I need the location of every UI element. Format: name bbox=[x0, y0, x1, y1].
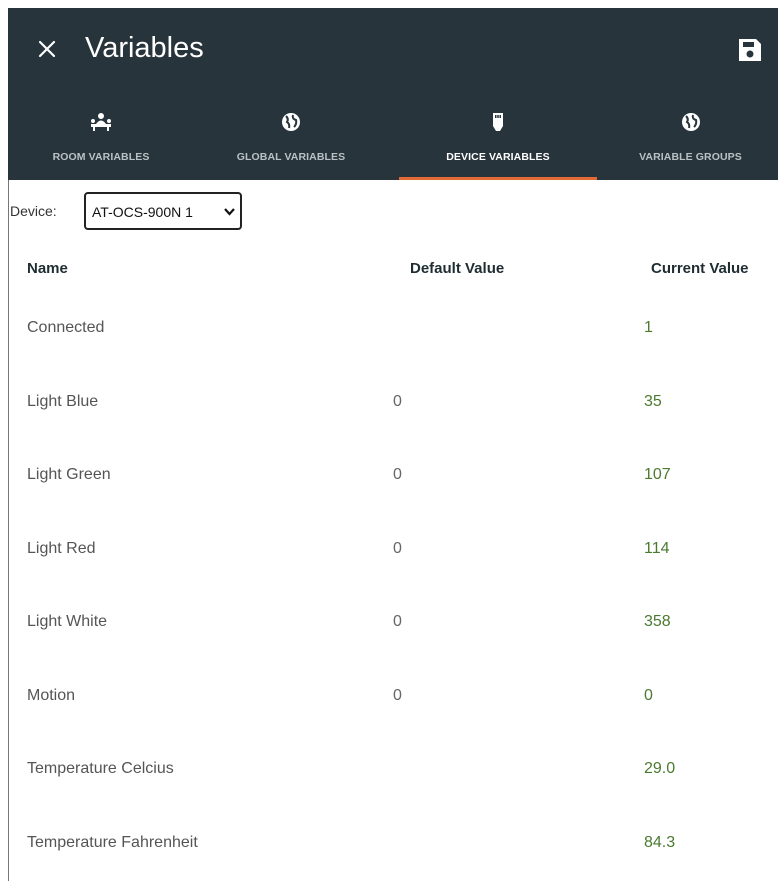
tab-bar: ROOM VARIABLES GLOBAL VARIABLES DEVICE V… bbox=[8, 88, 778, 180]
tab-variable-groups[interactable]: VARIABLE GROUPS bbox=[603, 88, 778, 180]
variable-name: Temperature Fahrenheit bbox=[27, 833, 198, 851]
variable-name: Light White bbox=[27, 613, 108, 630]
room-users-icon bbox=[91, 113, 111, 131]
device-icon bbox=[493, 113, 503, 131]
tab-room-variables[interactable]: ROOM VARIABLES bbox=[8, 88, 194, 180]
chevron-down-icon bbox=[224, 208, 235, 216]
table-row: Light White 0 358 bbox=[8, 603, 778, 643]
tab-device-variables[interactable]: DEVICE VARIABLES bbox=[399, 88, 597, 180]
current-value: 1 bbox=[644, 319, 653, 336]
current-value: 35 bbox=[644, 392, 662, 410]
header-bar: Variables bbox=[8, 8, 778, 88]
default-value: 0 bbox=[393, 613, 402, 630]
table-row: Motion 0 0 bbox=[8, 677, 778, 717]
variable-name: Motion bbox=[27, 686, 76, 704]
variable-name: Light Red bbox=[27, 539, 96, 557]
tab-label: DEVICE VARIABLES bbox=[446, 151, 550, 163]
table-row: Connected 1 bbox=[8, 309, 778, 349]
default-value: 0 bbox=[393, 539, 402, 557]
tab-label: VARIABLE GROUPS bbox=[639, 151, 742, 163]
default-value: 0 bbox=[393, 466, 402, 483]
table-row: Light Red 0 114 bbox=[8, 530, 778, 570]
variable-name: Connected bbox=[27, 319, 105, 336]
device-label: Device: bbox=[10, 203, 57, 219]
close-icon[interactable] bbox=[30, 32, 64, 66]
tab-label: GLOBAL VARIABLES bbox=[236, 151, 346, 163]
column-header-current-value: Current Value bbox=[651, 260, 749, 277]
variable-name: Light Green bbox=[27, 466, 111, 483]
variable-name: Light Blue bbox=[27, 392, 99, 410]
globe-icon bbox=[282, 113, 300, 131]
table-row: Temperature Fahrenheit 84.3 bbox=[8, 824, 778, 864]
current-value: 84.3 bbox=[644, 833, 676, 851]
table-row: Light Blue 0 35 bbox=[8, 383, 778, 423]
variable-name: Temperature Celcius bbox=[27, 760, 174, 777]
active-tab-indicator bbox=[399, 177, 597, 180]
table-row: Light Green 0 107 bbox=[8, 456, 778, 496]
save-icon[interactable] bbox=[736, 36, 764, 64]
column-header-default-value: Default Value bbox=[410, 260, 505, 277]
default-value: 0 bbox=[393, 392, 402, 410]
globe-icon bbox=[681, 113, 700, 131]
current-value: 107 bbox=[644, 466, 671, 483]
column-header-name: Name bbox=[27, 260, 68, 277]
device-select[interactable]: AT-OCS-900N 1 bbox=[84, 192, 242, 230]
variables-panel: Variables ROOM VARIABLES GLOBAL VARIABLE… bbox=[8, 8, 778, 881]
tab-global-variables[interactable]: GLOBAL VARIABLES bbox=[194, 88, 388, 180]
current-value: 0 bbox=[644, 686, 653, 704]
current-value: 114 bbox=[644, 539, 670, 557]
device-select-value: AT-OCS-900N 1 bbox=[92, 204, 193, 220]
default-value: 0 bbox=[393, 686, 402, 704]
page-title: Variables bbox=[85, 32, 204, 64]
current-value: 29.0 bbox=[644, 760, 676, 777]
table-row: Temperature Celcius 29.0 bbox=[8, 750, 778, 790]
current-value: 358 bbox=[644, 613, 671, 630]
tab-label: ROOM VARIABLES bbox=[52, 151, 150, 163]
